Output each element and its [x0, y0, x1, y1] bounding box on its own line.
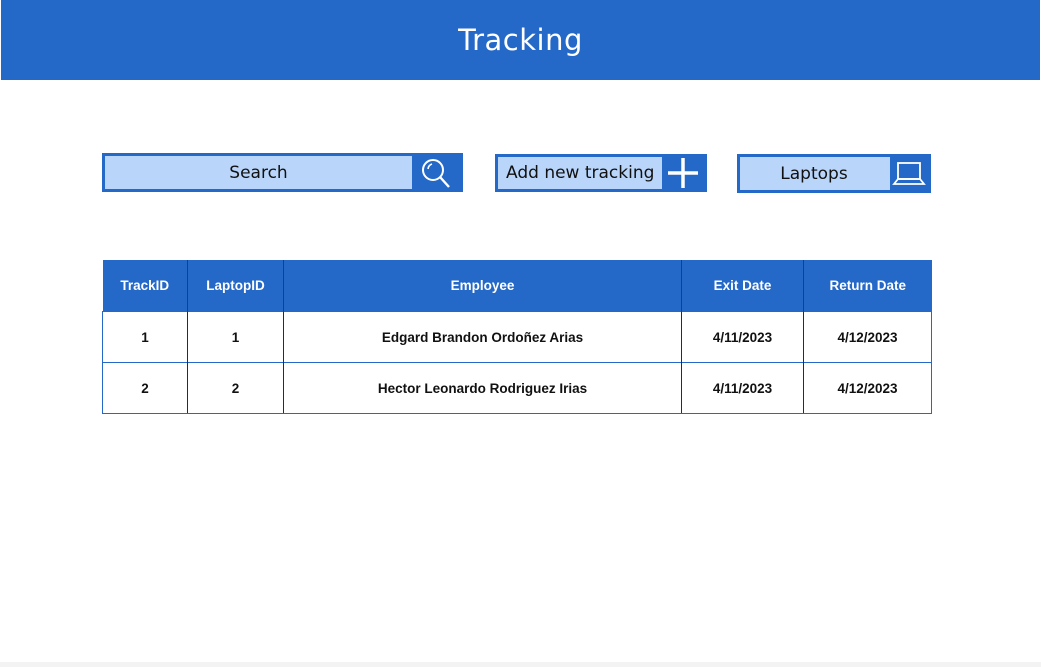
tracking-table: TrackID LaptopID Employee Exit Date Retu… — [102, 260, 932, 414]
laptop-icon[interactable] — [888, 157, 928, 190]
table-header-row: TrackID LaptopID Employee Exit Date Retu… — [102, 260, 932, 312]
page-title: Tracking — [458, 23, 583, 57]
plus-icon[interactable] — [662, 157, 704, 189]
search-button[interactable]: Search — [102, 153, 463, 192]
cell-employee: Hector Leonardo Rodriguez Irias — [283, 362, 682, 414]
cell-return-date: 4/12/2023 — [803, 362, 932, 414]
cell-trackid: 1 — [102, 311, 188, 363]
laptops-label: Laptops — [780, 163, 848, 184]
table-row[interactable]: 1 1 Edgard Brandon Ordoñez Arias 4/11/20… — [102, 311, 932, 363]
cell-trackid: 2 — [102, 362, 188, 414]
add-new-tracking-label: Add new tracking — [506, 163, 655, 183]
column-header-trackid[interactable]: TrackID — [102, 260, 188, 312]
cell-laptopid: 1 — [187, 311, 284, 363]
cell-exit-date: 4/11/2023 — [681, 311, 804, 363]
search-icon[interactable] — [412, 156, 460, 189]
column-header-laptopid[interactable]: LaptopID — [187, 260, 284, 312]
column-header-return-date[interactable]: Return Date — [803, 260, 932, 312]
add-new-tracking-button[interactable]: Add new tracking — [495, 154, 707, 192]
column-header-employee[interactable]: Employee — [283, 260, 682, 312]
table-row[interactable]: 2 2 Hector Leonardo Rodriguez Irias 4/11… — [102, 362, 932, 414]
cell-return-date: 4/12/2023 — [803, 311, 932, 363]
column-header-exit-date[interactable]: Exit Date — [681, 260, 804, 312]
header-bar: Tracking — [1, 0, 1040, 80]
cell-employee: Edgard Brandon Ordoñez Arias — [283, 311, 682, 363]
cell-laptopid: 2 — [187, 362, 284, 414]
laptops-button[interactable]: Laptops — [737, 154, 931, 193]
cell-exit-date: 4/11/2023 — [681, 362, 804, 414]
search-label: Search — [229, 162, 288, 183]
